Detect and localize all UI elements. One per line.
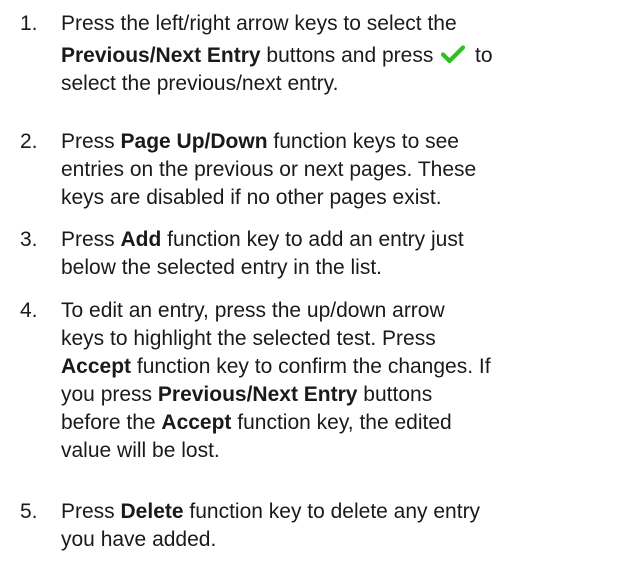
step-number: 5. (20, 500, 38, 523)
step-text-fragment: buttons (357, 383, 433, 406)
step-number: 3. (20, 228, 38, 251)
step-number: 4. (20, 299, 38, 322)
step-line: Press Add function key to add an entry j… (61, 226, 636, 254)
step-line: you press Previous/Next Entry buttons (61, 381, 636, 409)
step-line: you have added. (61, 528, 217, 551)
bold-term: Previous/Next Entry (157, 383, 358, 406)
bold-term: Delete (120, 500, 184, 523)
step-text: Press Delete function key to delete any … (61, 498, 636, 554)
step-line: keys to highlight the selected test. Pre… (61, 327, 436, 350)
bold-term: Add (120, 228, 162, 251)
step-text-fragment: before the (61, 411, 162, 434)
step-text-fragment: to (469, 44, 493, 67)
step-text: Press Page Up/Down function keys to see … (61, 128, 636, 212)
step-number: 2. (20, 130, 38, 153)
step-line: Press Delete function key to delete any … (61, 498, 636, 526)
step-line: value will be lost. (61, 439, 220, 462)
bold-term: Previous/Next Entry (61, 44, 261, 67)
step-line: To edit an entry, press the up/down arro… (61, 299, 445, 322)
step-number: 1. (20, 12, 38, 35)
step-text-fragment: Press (61, 228, 121, 251)
step-text: Press Add function key to add an entry j… (61, 226, 636, 282)
step-line: Accept function key to confirm the chang… (61, 353, 636, 381)
step-line: entries on the previous or next pages. T… (61, 158, 477, 181)
step-line: below the selected entry in the list. (61, 256, 383, 279)
step-text-fragment: Press (61, 130, 121, 153)
step-line: keys are disabled if no other pages exis… (61, 186, 442, 209)
step-text-fragment: function key, the edited (231, 411, 452, 434)
step-line: Press Page Up/Down function keys to see (61, 128, 636, 156)
step-line: Previous/Next Entry buttons and press to (61, 42, 636, 70)
step-text: Press the left/right arrow keys to selec… (61, 10, 636, 98)
step-text-fragment: function keys to see (267, 130, 459, 153)
step-line: select the previous/next entry. (61, 72, 339, 95)
step-text-fragment: you press (61, 383, 158, 406)
bold-term: Accept (61, 355, 132, 378)
step-line: before the Accept function key, the edit… (61, 409, 636, 437)
step-text-fragment: Press (61, 500, 121, 523)
step-text-fragment: function key to confirm the changes. If (131, 355, 491, 378)
bold-term: Page Up/Down (120, 130, 268, 153)
step-text: To edit an entry, press the up/down arro… (61, 297, 636, 465)
step-text-fragment: function key to delete any entry (183, 500, 481, 523)
step-line: Press the left/right arrow keys to selec… (61, 12, 457, 35)
step-text-fragment: buttons and press (260, 44, 440, 67)
bold-term: Accept (161, 411, 232, 434)
step-text-fragment: function key to add an entry just (161, 228, 464, 251)
checkmark-icon (441, 45, 466, 64)
